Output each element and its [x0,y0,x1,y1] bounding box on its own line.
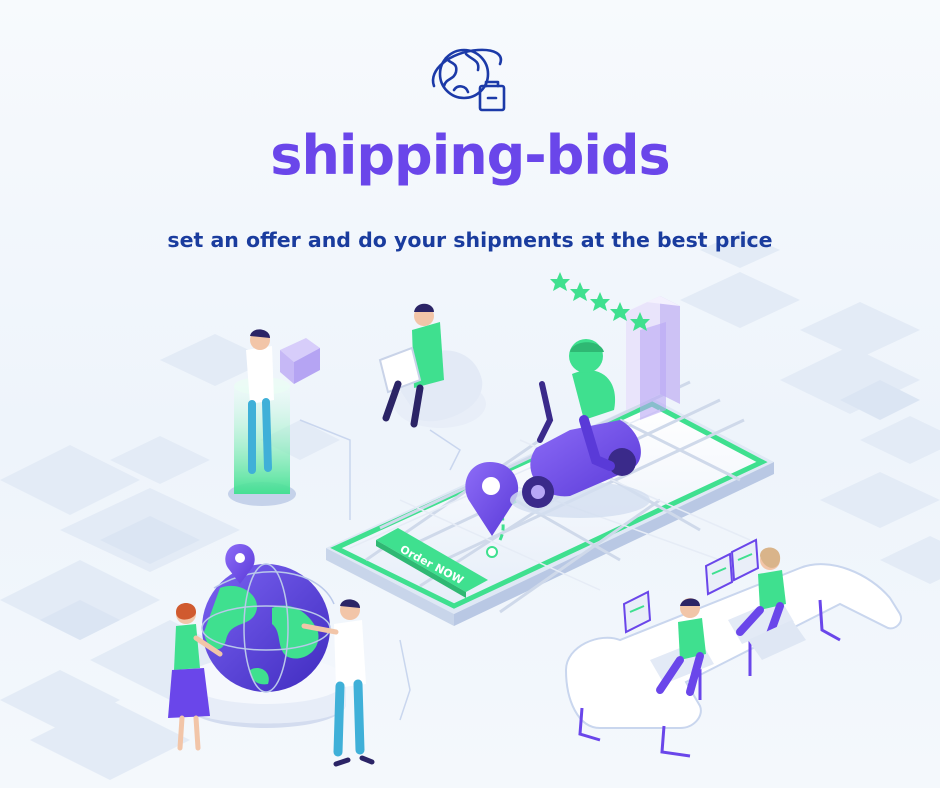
globe-scene [168,544,375,767]
rating-stars [550,272,650,331]
star-icon [570,282,590,301]
office-desk [564,538,902,758]
person-with-laptop [378,303,486,428]
star-icon [590,292,610,311]
shipping-illustration: Order NOW [168,272,902,767]
star-icon [550,272,570,291]
hero-banner: shipping-bids set an offer and do your s… [0,0,940,788]
package-stack [626,296,680,420]
person-on-tube [228,329,320,506]
